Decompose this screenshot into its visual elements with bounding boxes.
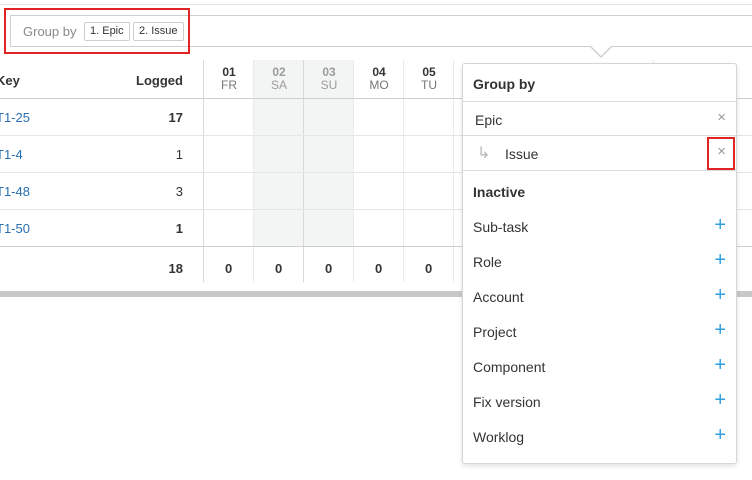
- inactive-option-component[interactable]: Component +: [463, 350, 736, 385]
- issue-link[interactable]: T1-25: [0, 110, 30, 125]
- logged-value: 1: [175, 221, 183, 236]
- inactive-option-account[interactable]: Account +: [463, 280, 736, 315]
- add-icon[interactable]: +: [714, 284, 726, 306]
- column-divider: [403, 60, 404, 282]
- top-divider: [0, 4, 752, 5]
- add-icon[interactable]: +: [714, 389, 726, 411]
- inactive-option-project[interactable]: Project +: [463, 315, 736, 350]
- active-groups-divider: [463, 170, 736, 171]
- day-weekday: FR: [221, 78, 237, 92]
- option-label: Worklog: [473, 429, 525, 445]
- active-group-label: Epic: [475, 112, 503, 128]
- header-logged[interactable]: Logged: [136, 73, 183, 88]
- inactive-section-title: Inactive: [473, 184, 526, 200]
- column-divider: [353, 60, 354, 282]
- active-group-issue[interactable]: ↳ Issue ×: [463, 135, 736, 170]
- issue-link[interactable]: T1-50: [0, 221, 30, 236]
- subgroup-arrow-icon: ↳: [477, 145, 491, 162]
- logged-value: 1: [175, 147, 183, 162]
- active-group-epic[interactable]: Epic ×: [463, 101, 736, 136]
- column-divider: [303, 60, 304, 282]
- total-day-05: 0: [425, 261, 433, 276]
- day-weekday: MO: [369, 78, 389, 92]
- popover-caret: [590, 46, 612, 58]
- option-label: Role: [473, 254, 502, 270]
- option-label: Component: [473, 359, 546, 375]
- add-icon[interactable]: +: [714, 424, 726, 446]
- column-divider: [203, 60, 204, 282]
- day-weekday: SU: [320, 78, 338, 92]
- header-key[interactable]: Key: [0, 73, 20, 88]
- day-header-03: 03 SU: [305, 66, 353, 92]
- option-label: Fix version: [473, 394, 541, 410]
- add-icon[interactable]: +: [714, 249, 726, 271]
- inactive-option-fix-version[interactable]: Fix version +: [463, 385, 736, 420]
- option-label: Account: [473, 289, 524, 305]
- popover-title: Group by: [473, 76, 536, 92]
- add-icon[interactable]: +: [714, 214, 726, 236]
- logged-value: 3: [175, 184, 183, 199]
- issue-link[interactable]: T1-48: [0, 184, 30, 199]
- day-weekday: TU: [421, 78, 437, 92]
- inactive-option-role[interactable]: Role +: [463, 245, 736, 280]
- remove-epic-icon[interactable]: ×: [717, 110, 726, 126]
- add-icon[interactable]: +: [714, 319, 726, 341]
- total-day-02: 0: [275, 261, 283, 276]
- highlight-box-groupby: [4, 8, 190, 54]
- total-day-03: 0: [325, 261, 333, 276]
- inactive-option-subtask[interactable]: Sub-task +: [463, 210, 736, 245]
- add-icon[interactable]: +: [714, 354, 726, 376]
- option-label: Project: [473, 324, 517, 340]
- day-header-02: 02 SA: [255, 66, 303, 92]
- column-divider: [453, 60, 454, 282]
- inactive-option-worklog[interactable]: Worklog +: [463, 420, 736, 455]
- active-group-label: Issue: [505, 146, 539, 162]
- groupby-popover: Group by Epic × ↳ Issue × Inactive Sub-t…: [462, 63, 737, 464]
- option-label: Sub-task: [473, 219, 529, 235]
- issue-link[interactable]: T1-4: [0, 147, 23, 162]
- day-header-05: 05 TU: [405, 66, 453, 92]
- logged-value: 17: [168, 110, 183, 125]
- day-header-04: 04 MO: [355, 66, 403, 92]
- total-day-01: 0: [225, 261, 233, 276]
- day-weekday: SA: [270, 78, 287, 92]
- column-divider: [253, 60, 254, 282]
- total-logged: 18: [168, 261, 183, 276]
- total-day-04: 0: [375, 261, 383, 276]
- day-header-01: 01 FR: [205, 66, 253, 92]
- highlight-box-remove-issue: [707, 137, 735, 170]
